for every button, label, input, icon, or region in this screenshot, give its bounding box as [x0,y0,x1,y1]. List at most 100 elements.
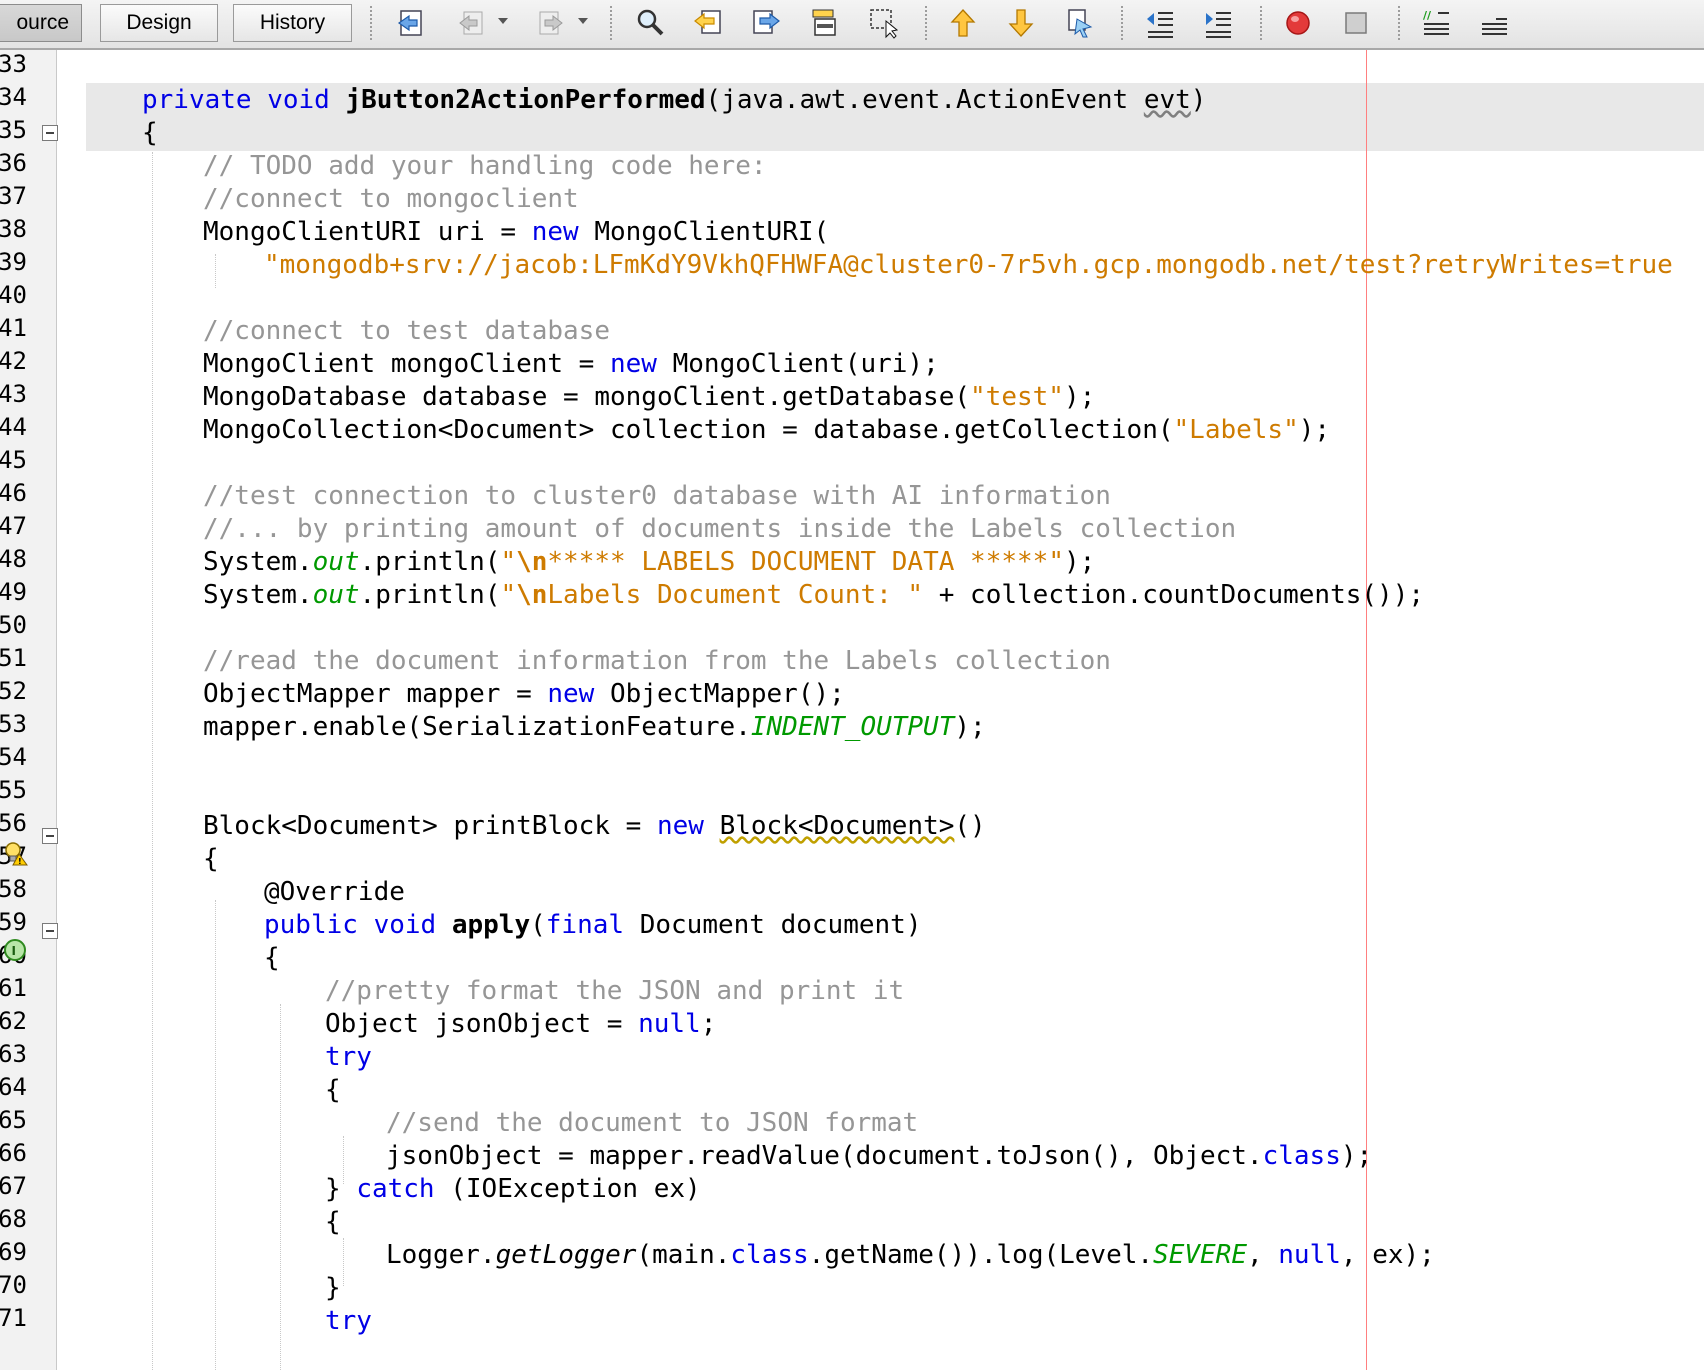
line-number: 63 [0,1040,27,1068]
line-number: 33 [0,50,27,78]
indent-guide [280,1004,281,1370]
code-text: .println( [359,547,501,577]
back-button[interactable] [455,5,491,41]
toggle-highlight-icon [812,9,836,36]
method-name: apply [451,910,531,940]
find-next-button[interactable] [748,5,784,41]
shift-right-icon [1206,12,1231,38]
keyword: new [656,811,704,841]
code-text: , ex); [1340,1240,1435,1270]
code-line-68: { [325,1205,341,1239]
code-line-44: MongoCollection<Document> collection = d… [203,413,1330,447]
comment-text: //pretty format the JSON and print it [325,976,905,1006]
rect-selection-button[interactable] [866,5,902,41]
code-text: MongoDatabase database = mongoClient.get… [203,382,971,412]
indent-guide [152,152,153,1370]
keyword: catch [356,1174,435,1204]
code-line-56: Block<Document> printBlock = new Block<D… [203,809,986,843]
tab-history[interactable]: History [233,4,352,42]
code-text: ); [1298,415,1331,445]
code-text: MongoCollection<Document> collection = d… [203,415,1174,445]
forward-dropdown-icon[interactable] [578,18,588,24]
keyword: private void [142,85,346,115]
tab-design[interactable]: Design [100,4,218,42]
back-icon [459,11,483,35]
previous-bookmark-button[interactable] [945,5,981,41]
line-number: 47 [0,512,27,540]
fold-toggle-icon[interactable] [42,125,58,141]
comment-button[interactable]: // [1418,5,1454,41]
shift-right-button[interactable] [1200,5,1236,41]
start-macro-button[interactable] [1280,5,1316,41]
tab-source[interactable]: ource [0,4,82,42]
line-number: 55 [0,776,27,804]
line-number: 46 [0,479,27,507]
code-line-49: System.out.println("\nLabels Document Co… [203,578,1424,612]
line-number: 53 [0,710,27,738]
code-line-69: Logger.getLogger(main.class.getName()).l… [386,1238,1435,1272]
find-previous-button[interactable] [690,5,726,41]
unused-param: evt [1143,85,1191,115]
line-number: 39 [0,248,27,276]
code-text: .getName()).log(Level. [808,1240,1154,1270]
string-literal: " [500,547,517,577]
code-text: { [203,844,219,874]
uncomment-button[interactable] [1476,5,1512,41]
code-line-53: mapper.enable(SerializationFeature.INDEN… [203,710,986,744]
last-edit-button[interactable] [393,5,429,41]
line-number: 42 [0,347,27,375]
code-text: ); [1063,382,1096,412]
indent-guide [343,1238,344,1286]
forward-button[interactable] [531,5,567,41]
find-button[interactable] [632,5,668,41]
tab-design-label: Design [126,11,192,34]
toolbar-separator [1121,6,1123,40]
find-previous-icon [694,10,721,34]
line-number: 49 [0,578,27,606]
escape-sequence: \n [516,580,548,610]
code-line-63: try [325,1040,372,1074]
line-number: 38 [0,215,27,243]
static-field: INDENT_OUTPUT [750,712,955,742]
next-bookmark-button[interactable] [1003,5,1039,41]
comment-text: //read the document information from the… [203,646,1111,676]
line-number: 68 [0,1205,27,1233]
string-literal: " [500,580,517,610]
static-field: out [312,580,360,610]
implements-method-icon[interactable]: I [2,937,28,963]
comment-text: //connect to mongoclient [203,184,579,214]
fold-toggle-icon[interactable] [42,923,58,939]
toggle-highlight-button[interactable] [806,5,842,41]
code-text: MongoClientURI( [578,217,830,247]
code-text: (main. [636,1240,731,1270]
code-line-36: // TODO add your handling code here: [203,149,767,183]
code-text: ); [1340,1141,1373,1171]
comment-text: //... by printing amount of documents in… [203,514,1237,544]
code-text: { [325,1075,341,1105]
code-editor[interactable]: 33 34 35 36 37 38 39 40 41 42 43 44 45 46 47 48 49 50 51 52… [0,50,1704,1370]
toolbar-separator [610,6,612,40]
keyword: new [610,349,657,379]
line-number: 35 [0,116,27,144]
static-field: out [312,547,360,577]
string-literal: "Labels" [1173,415,1299,445]
warning-lightbulb-icon[interactable]: ! [2,840,28,866]
stop-macro-button[interactable] [1338,5,1374,41]
code-text: ); [1063,547,1096,577]
line-number: 43 [0,380,27,408]
code-text: Object jsonObject = [325,1009,639,1039]
back-dropdown-icon[interactable] [498,18,508,24]
shift-left-button[interactable] [1142,5,1178,41]
line-number: 41 [0,314,27,342]
code-line-59: public void apply(final Document documen… [264,908,921,942]
code-line-70: } [325,1271,341,1305]
line-number: 62 [0,1007,27,1035]
line-number: 48 [0,545,27,573]
toggle-bookmark-button[interactable] [1061,5,1097,41]
code-line-52: ObjectMapper mapper = new ObjectMapper()… [203,677,845,711]
fold-toggle-icon[interactable] [42,828,58,844]
comment-text: //connect to test database [203,316,610,346]
line-number: 44 [0,413,27,441]
string-literal: "mongodb+srv://jacob:LFmKdY9VkhQFHWFA@cl… [264,250,1673,280]
code-text: MongoClient mongoClient = [203,349,610,379]
